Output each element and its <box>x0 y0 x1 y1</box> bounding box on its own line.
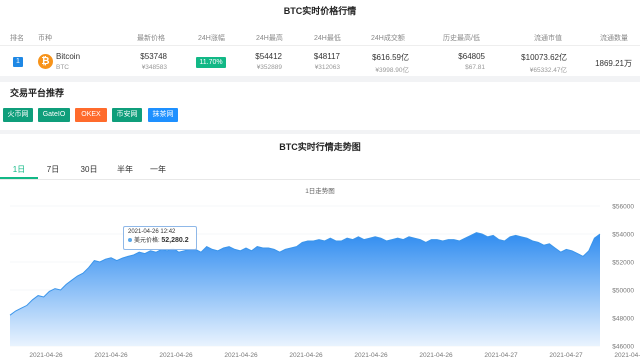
header-volume: 24H成交额 <box>371 35 405 42</box>
header-ath: 历史最高/低 <box>443 35 480 42</box>
exchange-title: 交易平台推荐 <box>10 88 65 98</box>
chart-tooltip: 2021-04-26 12:42 美元价格: 52,280.2 <box>123 226 197 250</box>
exchange-button-okex[interactable]: OKEX <box>75 108 107 122</box>
header-price: 最新价格 <box>137 35 165 42</box>
bitcoin-icon: ₿ <box>38 54 53 69</box>
y-tick-label: $50000 <box>612 288 634 295</box>
tooltip-value: 52,280.2 <box>161 237 189 244</box>
tooltip-label: 美元价格: <box>134 238 160 244</box>
x-tick-label: 2021-04-27 <box>484 352 518 359</box>
table-row[interactable]: 1 ₿ Bitcoin BTC $53748 ¥348583 11.70% $5… <box>0 48 640 76</box>
exchange-button-binance[interactable]: 币安网 <box>112 108 142 122</box>
market-cap-usd: $10073.62亿 <box>521 53 567 62</box>
tab-half-year[interactable]: 半年 <box>112 161 138 179</box>
exchange-button-gateio[interactable]: GateIO <box>38 108 70 122</box>
high-usd: $54412 <box>255 52 282 61</box>
chart-title: 1日走势图 <box>305 188 335 195</box>
high-cny: ¥352889 <box>256 64 282 71</box>
header-supply: 流通数量 <box>600 35 628 42</box>
price-area <box>10 232 600 346</box>
exchange-button-huobi[interactable]: 火币网 <box>3 108 33 122</box>
price-chart[interactable]: $46000 $48000 $50000 $52000 $54000 $56000 202… <box>0 196 640 362</box>
trend-title: BTC实时行情走势图 <box>279 142 361 152</box>
price-cny: ¥348583 <box>141 64 167 71</box>
ath-value: $64805 <box>458 52 485 61</box>
price-table-card: BTC实时价格行情 排名 币种 最新价格 24H涨幅 24H最高 24H最低 2… <box>0 0 640 76</box>
low-usd: $48117 <box>313 52 340 61</box>
header-market-cap: 流通市值 <box>534 35 562 42</box>
y-tick-label: $48000 <box>612 316 634 323</box>
trend-card: BTC实时行情走势图 1日 7日 30日 半年 一年 1日走势图 $46000 $… <box>0 134 640 362</box>
change-badge: 11.70% <box>196 57 226 68</box>
exchange-button-mexc[interactable]: 抹茶网 <box>148 108 178 122</box>
series-dot-icon <box>128 238 132 243</box>
price-usd: $53748 <box>140 52 167 61</box>
x-tick-label: 2021-04-26 <box>419 352 453 359</box>
x-tick-label: 2021-04-27 <box>549 352 583 359</box>
header-rank: 排名 <box>10 35 24 42</box>
x-tick-label: 2021-04-26 <box>159 352 193 359</box>
header-change: 24H涨幅 <box>198 35 225 42</box>
atl-value: $67.81 <box>465 64 485 71</box>
x-tick-label: 2021-04-26 <box>289 352 323 359</box>
market-cap-cny: ¥65332.47亿 <box>529 67 567 74</box>
y-tick-label: $52000 <box>612 260 634 267</box>
x-tick-label: 2021-04-26 <box>94 352 128 359</box>
tab-1d[interactable]: 1日 <box>0 161 38 179</box>
y-tick-label: $56000 <box>612 204 634 211</box>
volume-cny: ¥3998.90亿 <box>375 67 409 74</box>
x-tick-label: 2021-04-27 <box>614 352 640 359</box>
x-tick-label: 2021-04-26 <box>354 352 388 359</box>
header-coin: 币种 <box>38 35 52 42</box>
supply-value: 1869.21万 <box>595 59 632 68</box>
header-high: 24H最高 <box>256 35 283 42</box>
exchange-card: 交易平台推荐 火币网 GateIO OKEX 币安网 抹茶网 <box>0 82 640 130</box>
volume-usd: $616.59亿 <box>372 53 409 62</box>
tab-7d[interactable]: 7日 <box>40 161 66 179</box>
tabs-divider <box>0 179 640 180</box>
y-tick-label: $46000 <box>612 344 634 351</box>
x-tick-label: 2021-04-26 <box>29 352 63 359</box>
tab-one-year[interactable]: 一年 <box>145 161 171 179</box>
header-low: 24H最低 <box>314 35 341 42</box>
table-header: 排名 币种 最新价格 24H涨幅 24H最高 24H最低 24H成交额 历史最高… <box>0 30 640 46</box>
coin-symbol: BTC <box>56 64 69 71</box>
x-tick-label: 2021-04-26 <box>224 352 258 359</box>
tab-30d[interactable]: 30日 <box>72 161 106 179</box>
rank-badge: 1 <box>13 57 23 67</box>
low-cny: ¥312063 <box>314 64 340 71</box>
coin-name[interactable]: Bitcoin <box>56 52 80 61</box>
price-table-title: BTC实时价格行情 <box>283 6 357 16</box>
y-tick-label: $54000 <box>612 232 634 239</box>
